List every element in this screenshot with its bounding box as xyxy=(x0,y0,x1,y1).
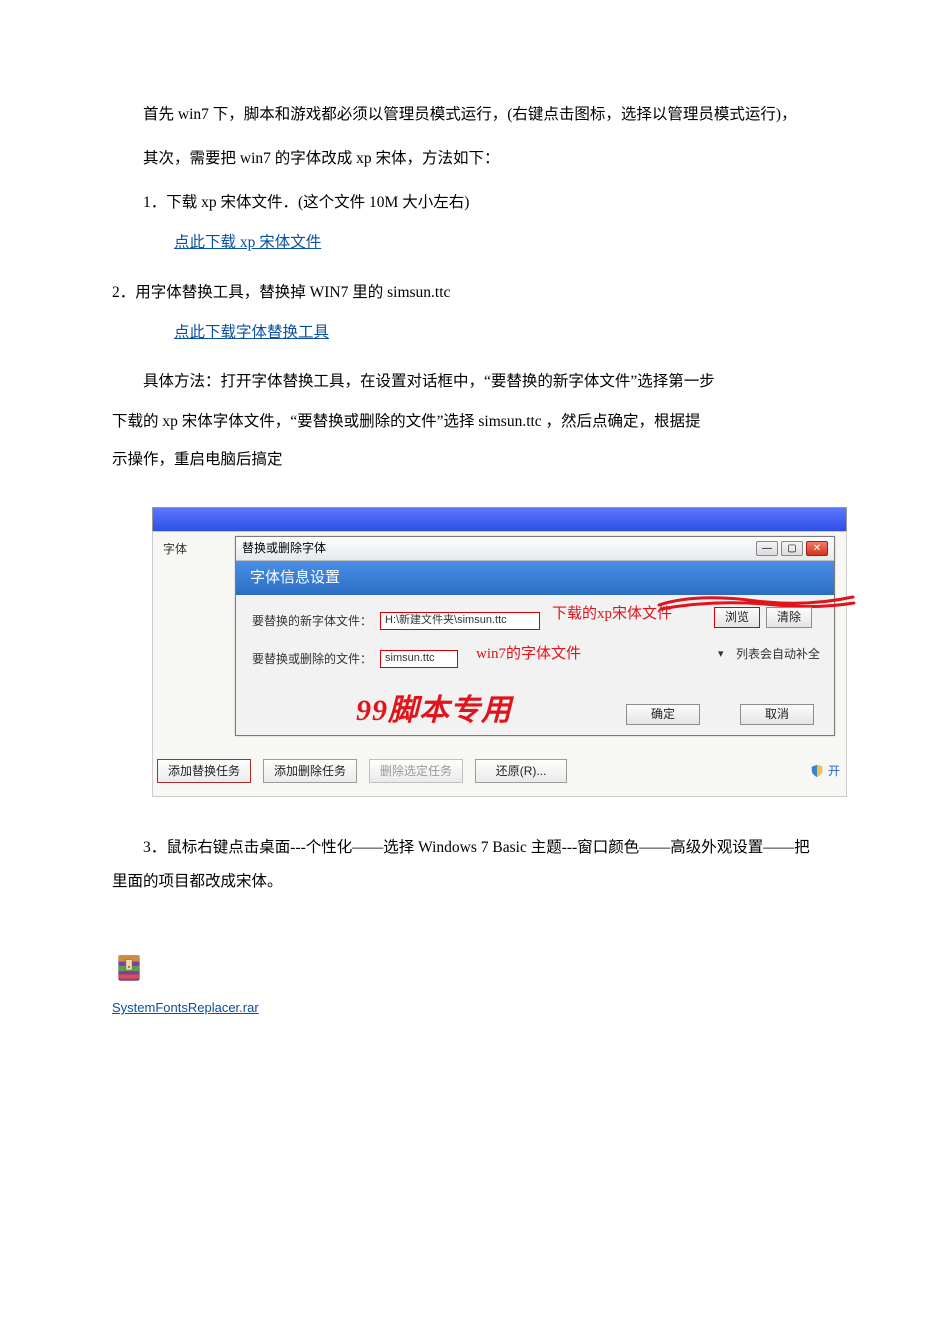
add-replace-task-button[interactable]: 添加替换任务 xyxy=(157,759,251,783)
dialog-title-text: 替换或删除字体 xyxy=(242,541,326,555)
close-button[interactable]: ✕ xyxy=(806,541,828,556)
row-replace-font-file: 要替换或删除的文件： simsun.ttc win7的字体文件 ▾ 列表会自动补… xyxy=(252,645,822,673)
add-delete-task-button[interactable]: 添加删除任务 xyxy=(263,759,357,783)
dialog-header: 字体信息设置 xyxy=(236,561,834,595)
start-section[interactable]: 开 xyxy=(810,764,842,778)
step-1-title: 1．下载 xp 宋体文件．(这个文件 10M 大小左右) xyxy=(112,186,825,220)
attachment-link[interactable]: SystemFontsReplacer.rar xyxy=(112,1000,259,1015)
font-tool-window: 字体 替换或删除字体 — ▢ ✕ 字体信息设置 要替换的新字体文件： xyxy=(152,531,847,797)
dialog-titlebar: 替换或删除字体 — ▢ ✕ xyxy=(236,537,834,561)
input-new-font-file[interactable]: H:\新建文件夹\simsun.ttc xyxy=(380,612,540,630)
dialog-content: 要替换的新字体文件： H:\新建文件夹\simsun.ttc 下载的xp宋体文件… xyxy=(236,595,834,673)
dropdown-arrow-icon[interactable]: ▾ xyxy=(718,648,724,661)
autofill-hint: 列表会自动补全 xyxy=(736,647,820,661)
rar-archive-icon xyxy=(112,951,146,985)
label-new-font-file: 要替换的新字体文件： xyxy=(252,614,380,628)
maximize-button[interactable]: ▢ xyxy=(781,541,803,556)
ok-button[interactable]: 确定 xyxy=(626,704,700,725)
remove-selected-task-button: 删除选定任务 xyxy=(369,759,463,783)
step-2-instruction-c: 示操作，重启电脑后搞定 xyxy=(112,443,825,477)
watermark-text: 99脚本专用 xyxy=(356,693,512,729)
shield-icon xyxy=(810,764,824,778)
input-replace-font-file[interactable]: simsun.ttc xyxy=(380,650,458,668)
step-2-instruction-a: 具体方法：打开字体替换工具，在设置对话框中，“要替换的新字体文件”选择第一步 xyxy=(112,365,825,399)
window-buttons: — ▢ ✕ xyxy=(756,541,828,556)
cancel-button[interactable]: 取消 xyxy=(740,704,814,725)
clear-button[interactable]: 清除 xyxy=(766,607,812,628)
attachment-block: SystemFontsReplacer.rar xyxy=(112,951,825,1025)
embedded-screenshot: 字体 替换或删除字体 — ▢ ✕ 字体信息设置 要替换的新字体文件： xyxy=(152,507,847,797)
download-font-link[interactable]: 点此下载 xp 宋体文件 xyxy=(143,226,321,260)
restore-button[interactable]: 还原(R)... xyxy=(475,759,567,783)
row-new-font-file: 要替换的新字体文件： H:\新建文件夹\simsun.ttc 下载的xp宋体文件… xyxy=(252,607,822,635)
left-tab-font-label: 字体 xyxy=(163,542,223,556)
annotation-new-font: 下载的xp宋体文件 xyxy=(552,605,672,623)
paragraph-1: 首先 win7 下，脚本和游戏都必须以管理员模式运行，(右键点击图标，选择以管理… xyxy=(112,98,825,132)
paragraph-2: 其次，需要把 win7 的字体改成 xp 宋体，方法如下： xyxy=(112,142,825,176)
minimize-button[interactable]: — xyxy=(756,541,778,556)
download-tool-link[interactable]: 点此下载字体替换工具 xyxy=(143,316,329,350)
dialog-footer: 确定 取消 xyxy=(626,704,814,725)
step-2-title: 2．用字体替换工具，替换掉 WIN7 里的 simsun.ttc xyxy=(112,276,825,310)
label-replace-font-file: 要替换或删除的文件： xyxy=(252,652,380,666)
step-2-instruction-b: 下载的 xp 宋体字体文件，“要替换或删除的文件”选择 simsun.ttc ，… xyxy=(112,405,825,439)
bottom-toolbar: 添加替换任务 添加删除任务 删除选定任务 还原(R)... 开 xyxy=(157,756,842,786)
start-label: 开 xyxy=(828,764,840,778)
window-titlebar-strip xyxy=(152,507,847,531)
browse-button[interactable]: 浏览 xyxy=(714,607,760,628)
document-body: 首先 win7 下，脚本和游戏都必须以管理员模式运行，(右键点击图标，选择以管理… xyxy=(0,0,945,1065)
annotation-replace-font: win7的字体文件 xyxy=(476,645,581,663)
replace-font-dialog: 替换或删除字体 — ▢ ✕ 字体信息设置 要替换的新字体文件： H:\新建文件夹… xyxy=(235,536,835,736)
step-3: 3．鼠标右键点击桌面---个性化——选择 Windows 7 Basic 主题-… xyxy=(112,831,825,899)
